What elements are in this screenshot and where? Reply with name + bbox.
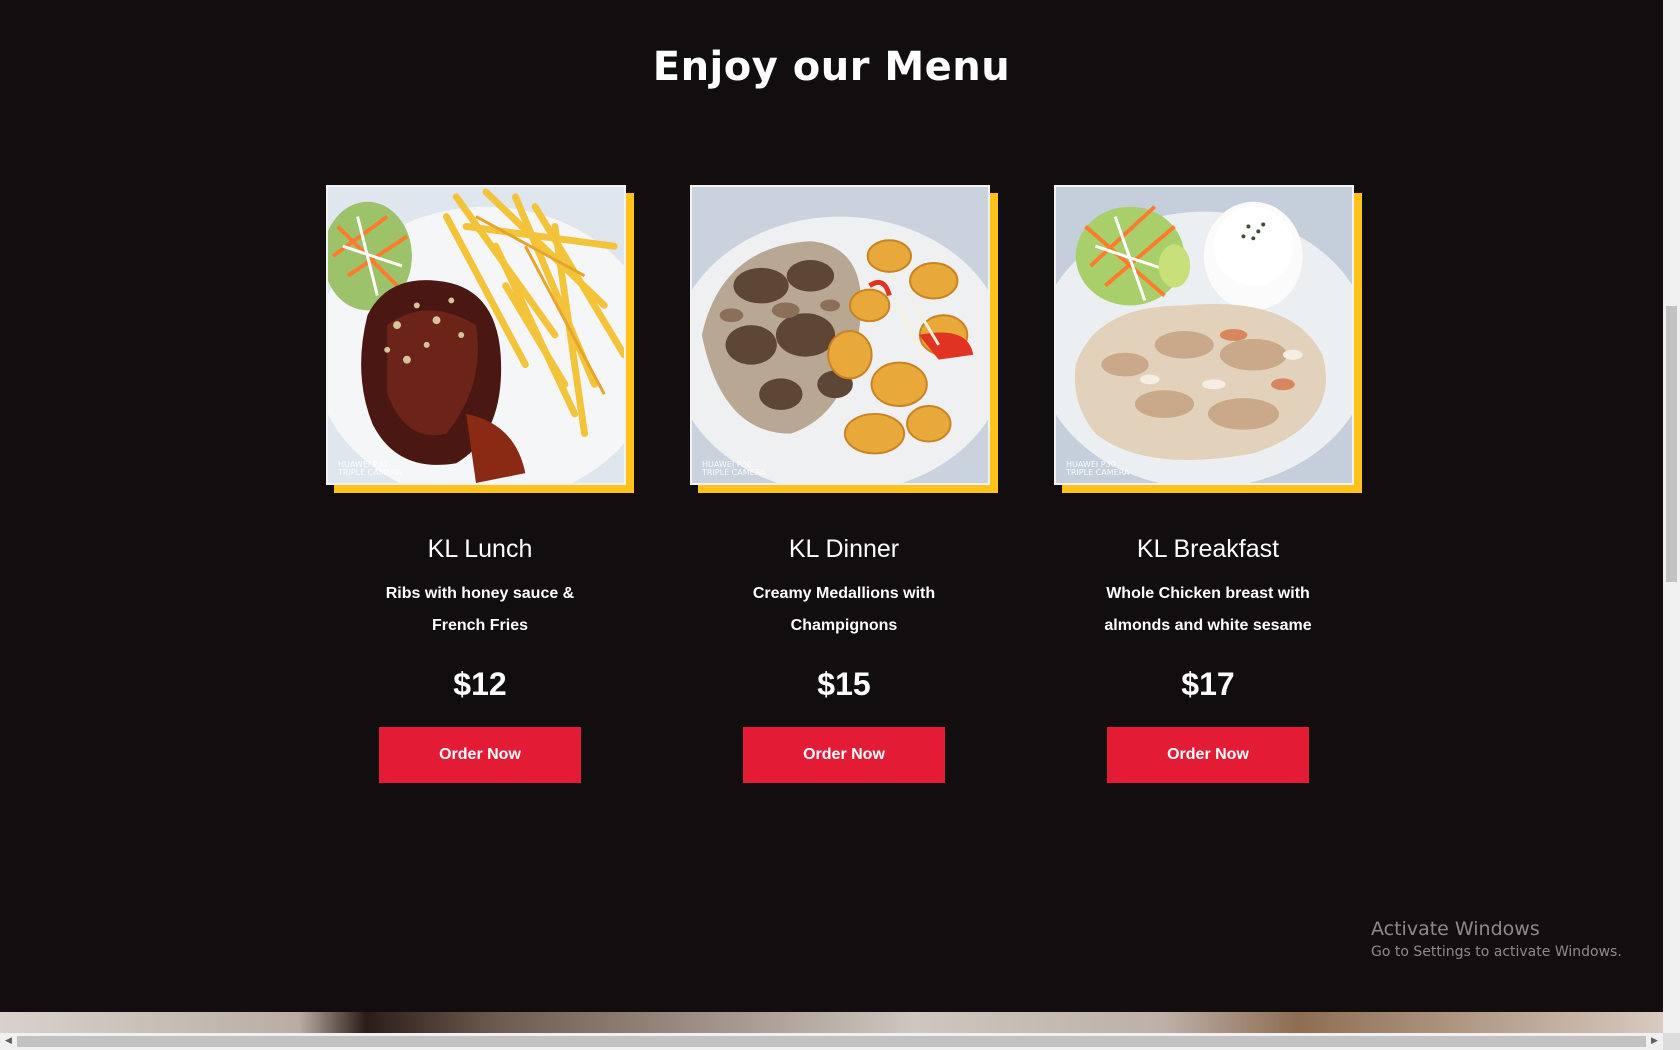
dish-name: KL Lunch — [427, 535, 533, 563]
menu-section: Enjoy our Menu HUAWEI P30 TRIPLE CAMERA … — [0, 0, 1663, 1033]
order-now-button-lunch[interactable]: Order Now — [379, 727, 581, 783]
dish-photo-breakfast: HUAWEI P30 TRIPLE CAMERA — [1054, 185, 1354, 485]
dish-price: $12 — [453, 666, 507, 702]
menu-card-lunch: HUAWEI P30 TRIPLE CAMERA KL Lunch Ribs w… — [326, 185, 634, 783]
dish-photo-dinner: HUAWEI P30 TRIPLE CAMERA — [690, 185, 990, 485]
dish-photo-frame: HUAWEI P30 TRIPLE CAMERA — [326, 185, 634, 493]
dish-price: $17 — [1181, 666, 1235, 702]
activate-windows-subtitle: Go to Settings to activate Windows. — [1371, 944, 1622, 960]
menu-card-breakfast: HUAWEI P30 TRIPLE CAMERA KL Breakfast Wh… — [1054, 185, 1362, 783]
dish-name: KL Dinner — [788, 535, 900, 563]
horizontal-scrollbar[interactable]: ◀ ▶ — [0, 1033, 1663, 1050]
menu-card-dinner: HUAWEI P30 TRIPLE CAMERA KL Dinner Cream… — [690, 185, 998, 783]
scroll-left-arrow-icon[interactable]: ◀ — [0, 1033, 17, 1050]
dish-description: Creamy Medallions with Champignons — [752, 585, 936, 634]
scroll-right-arrow-icon[interactable]: ▶ — [1646, 1033, 1663, 1050]
dish-photo-frame: HUAWEI P30 TRIPLE CAMERA — [1054, 185, 1362, 493]
scrollbar-corner — [1663, 1033, 1680, 1050]
order-now-button-breakfast[interactable]: Order Now — [1107, 727, 1309, 783]
dish-photo-frame: HUAWEI P30 TRIPLE CAMERA — [690, 185, 998, 493]
next-section-image-strip — [0, 1012, 1663, 1033]
photo-watermark: HUAWEI P30 TRIPLE CAMERA — [338, 460, 402, 477]
order-now-button-dinner[interactable]: Order Now — [743, 727, 945, 783]
dish-name: KL Breakfast — [1136, 535, 1280, 563]
menu-title: Enjoy our Menu — [652, 44, 1011, 90]
activate-windows-title: Activate Windows — [1371, 918, 1540, 940]
vertical-scrollbar[interactable] — [1663, 0, 1680, 1033]
activate-windows-notice: Activate Windows Go to Settings to activ… — [1371, 918, 1622, 960]
photo-watermark: HUAWEI P30 TRIPLE CAMERA — [1066, 460, 1130, 477]
page: Enjoy our Menu HUAWEI P30 TRIPLE CAMERA … — [0, 0, 1680, 1050]
photo-watermark: HUAWEI P30 TRIPLE CAMERA — [702, 460, 766, 477]
dish-description: Whole Chicken breast with almonds and wh… — [1104, 585, 1312, 634]
dish-price: $15 — [817, 666, 871, 702]
horizontal-scrollbar-thumb[interactable] — [17, 1036, 1646, 1047]
vertical-scrollbar-thumb[interactable] — [1666, 306, 1677, 582]
dish-description: Ribs with honey sauce & French Fries — [385, 585, 575, 634]
dish-photo-lunch: HUAWEI P30 TRIPLE CAMERA — [326, 185, 626, 485]
